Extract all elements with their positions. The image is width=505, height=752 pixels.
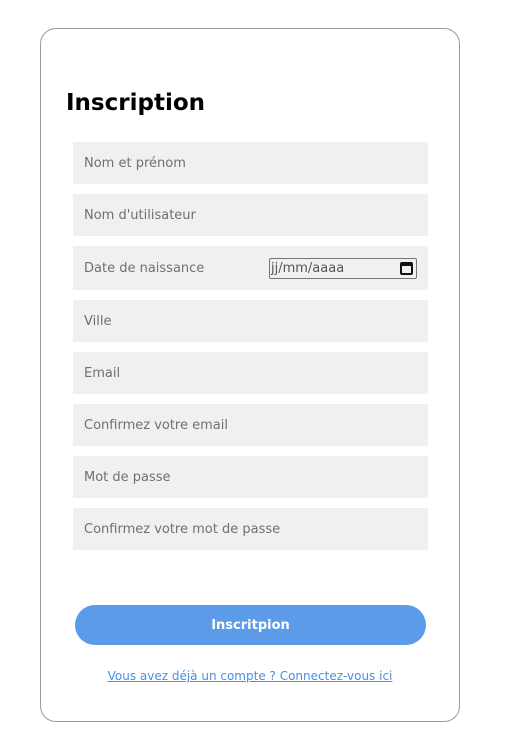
city-input[interactable] [84, 313, 417, 329]
birthdate-label: Date de naissance [84, 260, 205, 276]
submit-button[interactable]: Inscritpion [75, 605, 426, 645]
full-name-input[interactable] [84, 155, 417, 171]
full-name-field[interactable] [73, 142, 428, 184]
page-title: Inscription [66, 90, 205, 116]
password-input[interactable] [84, 469, 417, 485]
password-confirm-field[interactable] [73, 508, 428, 550]
email-confirm-input[interactable] [84, 417, 417, 433]
birthdate-field: Date de naissance jj/mm/aaaa [73, 246, 428, 290]
username-input[interactable] [84, 207, 417, 223]
calendar-icon[interactable] [400, 261, 413, 275]
login-link[interactable]: Vous avez déjà un compte ? Connectez-vou… [41, 669, 459, 683]
password-field[interactable] [73, 456, 428, 498]
email-field[interactable] [73, 352, 428, 394]
birthdate-input[interactable]: jj/mm/aaaa [269, 257, 417, 279]
email-confirm-field[interactable] [73, 404, 428, 446]
birthdate-placeholder: jj/mm/aaaa [271, 260, 345, 276]
email-input[interactable] [84, 365, 417, 381]
registration-card: Inscription Date de naissance jj/mm/aaaa… [40, 28, 460, 722]
city-field[interactable] [73, 300, 428, 342]
username-field[interactable] [73, 194, 428, 236]
password-confirm-input[interactable] [84, 521, 417, 537]
